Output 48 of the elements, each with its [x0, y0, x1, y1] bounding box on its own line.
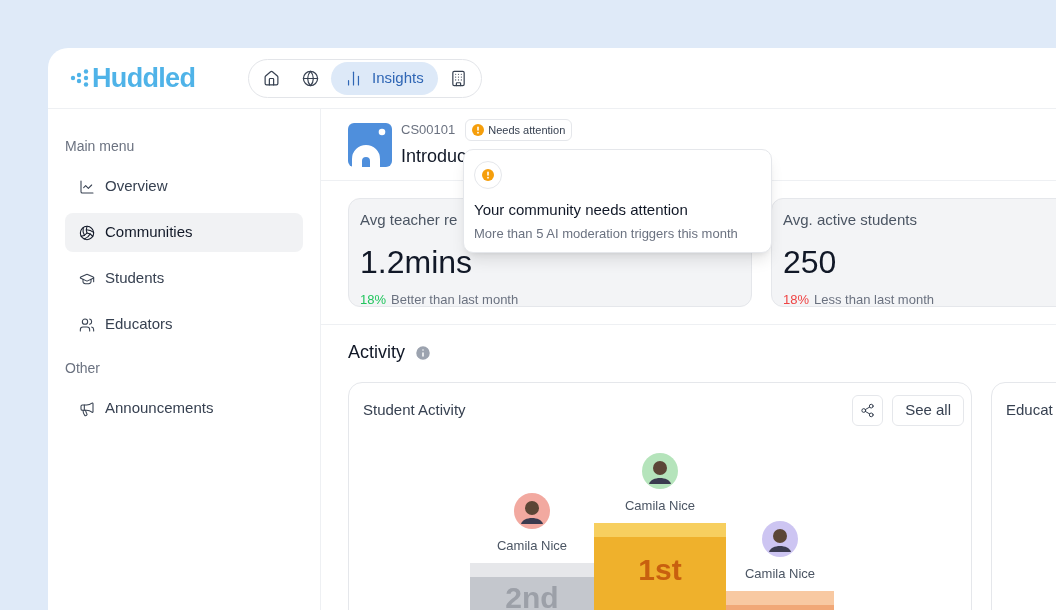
bar-chart-icon	[345, 69, 362, 87]
card-title: Student Activity	[363, 399, 466, 420]
home-icon	[263, 69, 280, 87]
section-heading: Other	[65, 359, 101, 378]
section-title: Activity	[348, 341, 405, 364]
community-code: CS00101	[401, 121, 456, 140]
see-all-button[interactable]: See all	[892, 394, 964, 426]
tooltip-text: More than 5 AI moderation triggers this month	[474, 224, 739, 243]
student-name: Camila Nice	[496, 536, 568, 555]
stat-label: Avg. active students	[783, 210, 917, 230]
info-icon	[414, 343, 432, 362]
stat-note: Less than last month	[814, 290, 934, 309]
community-icon	[348, 122, 392, 167]
ball-icon	[79, 224, 95, 241]
place-label: 1st	[638, 555, 682, 585]
community-title: Introduc	[401, 145, 468, 168]
section-heading: Main menu	[65, 137, 136, 156]
card-title: Educat	[1006, 399, 1053, 420]
stat-label: Avg teacher re	[360, 210, 458, 230]
share-button[interactable]	[852, 394, 884, 426]
student-name: Camila Nice	[744, 564, 816, 583]
megaphone-icon	[79, 400, 95, 417]
alert-icon	[482, 169, 494, 181]
avatar	[642, 452, 678, 489]
stat-value: 1.2mins	[360, 245, 474, 278]
users-icon	[79, 316, 95, 333]
building-icon	[449, 69, 467, 87]
stat-change: 18%	[360, 290, 387, 309]
logo-dots-icon	[70, 69, 90, 87]
sidebar-item[interactable]: Overview	[65, 167, 303, 206]
tooltip-title: Your community needs attention	[474, 200, 689, 220]
nav-tab[interactable]: Insights	[331, 61, 438, 95]
line-chart-icon	[79, 178, 95, 195]
share-icon	[860, 402, 876, 418]
sidebar-item[interactable]: Announcements	[65, 389, 303, 428]
status-badge: Needs attention	[465, 119, 573, 141]
stat-note: Better than last month	[391, 290, 519, 309]
logo: Huddled	[92, 64, 196, 92]
sidebar-item[interactable]: Students	[65, 259, 303, 298]
stat-change: 18%	[783, 290, 810, 309]
stat-value: 250	[783, 245, 838, 278]
globe-icon	[302, 69, 319, 87]
sidebar-item[interactable]: Educators	[65, 305, 303, 344]
alert-icon	[472, 124, 485, 136]
sidebar-item[interactable]: Communities	[65, 213, 303, 252]
student-name: Camila Nice	[624, 496, 696, 515]
avatar	[762, 520, 798, 557]
avatar	[514, 492, 550, 529]
